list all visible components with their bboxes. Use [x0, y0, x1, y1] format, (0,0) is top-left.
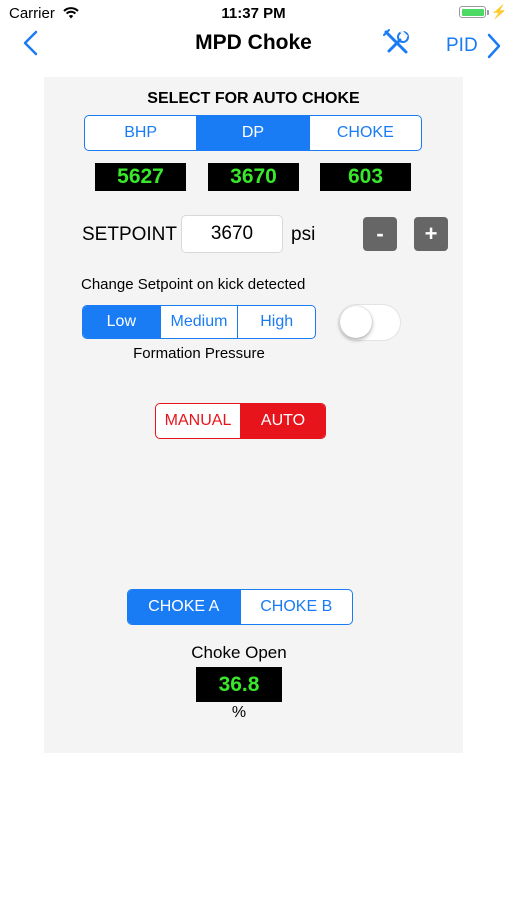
option-dp[interactable]: DP — [196, 116, 309, 150]
choke-a-option[interactable]: CHOKE A — [128, 590, 240, 624]
option-bhp[interactable]: BHP — [85, 116, 196, 150]
choke-open-label: Choke Open — [191, 643, 287, 662]
setpoint-input[interactable]: 3670 — [181, 215, 283, 253]
option-choke[interactable]: CHOKE — [308, 116, 421, 150]
kick-setpoint-label: Change Setpoint on kick detected — [81, 276, 306, 293]
battery-icon — [459, 6, 486, 18]
setpoint-label: SETPOINT — [82, 224, 178, 245]
pid-nav-button[interactable]: PID — [446, 32, 504, 60]
choke-b-option[interactable]: CHOKE B — [239, 590, 353, 624]
toggle-knob — [340, 306, 372, 338]
auto-choke-heading: SELECT FOR AUTO CHOKE — [147, 90, 360, 107]
mode-manual[interactable]: MANUAL — [156, 404, 240, 438]
bhp-readout: 5627 — [95, 163, 186, 191]
dp-readout: 3670 — [208, 163, 299, 191]
clock: 11:37 PM — [221, 5, 286, 22]
setpoint-unit: psi — [291, 224, 316, 245]
charging-bolt-icon: ⚡ — [491, 4, 507, 19]
pid-label: PID — [446, 35, 478, 56]
level-medium[interactable]: Medium — [159, 306, 238, 338]
decrement-button[interactable]: - — [363, 217, 397, 251]
formation-pressure-selector: Low Medium High — [82, 305, 316, 339]
level-low[interactable]: Low — [83, 306, 160, 338]
battery-tip — [487, 10, 489, 15]
level-high[interactable]: High — [237, 306, 315, 338]
choke-open-unit: % — [231, 704, 247, 721]
kick-setpoint-toggle[interactable] — [338, 304, 401, 341]
tools-icon[interactable] — [380, 28, 412, 58]
status-bar: Carrier 11:37 PM ⚡ — [0, 0, 507, 26]
increment-button[interactable]: + — [414, 217, 448, 251]
formation-pressure-label: Formation Pressure — [133, 345, 265, 362]
auto-choke-selector: BHP DP CHOKE — [84, 115, 422, 151]
chevron-right-icon — [487, 33, 500, 59]
mode-selector: MANUAL AUTO — [155, 403, 326, 439]
choke-open-readout: 36.8 — [196, 667, 282, 702]
mode-auto[interactable]: AUTO — [240, 404, 325, 438]
page-title: MPD Choke — [195, 31, 312, 54]
choke-readout: 603 — [320, 163, 411, 191]
choke-selector: CHOKE A CHOKE B — [127, 589, 353, 625]
